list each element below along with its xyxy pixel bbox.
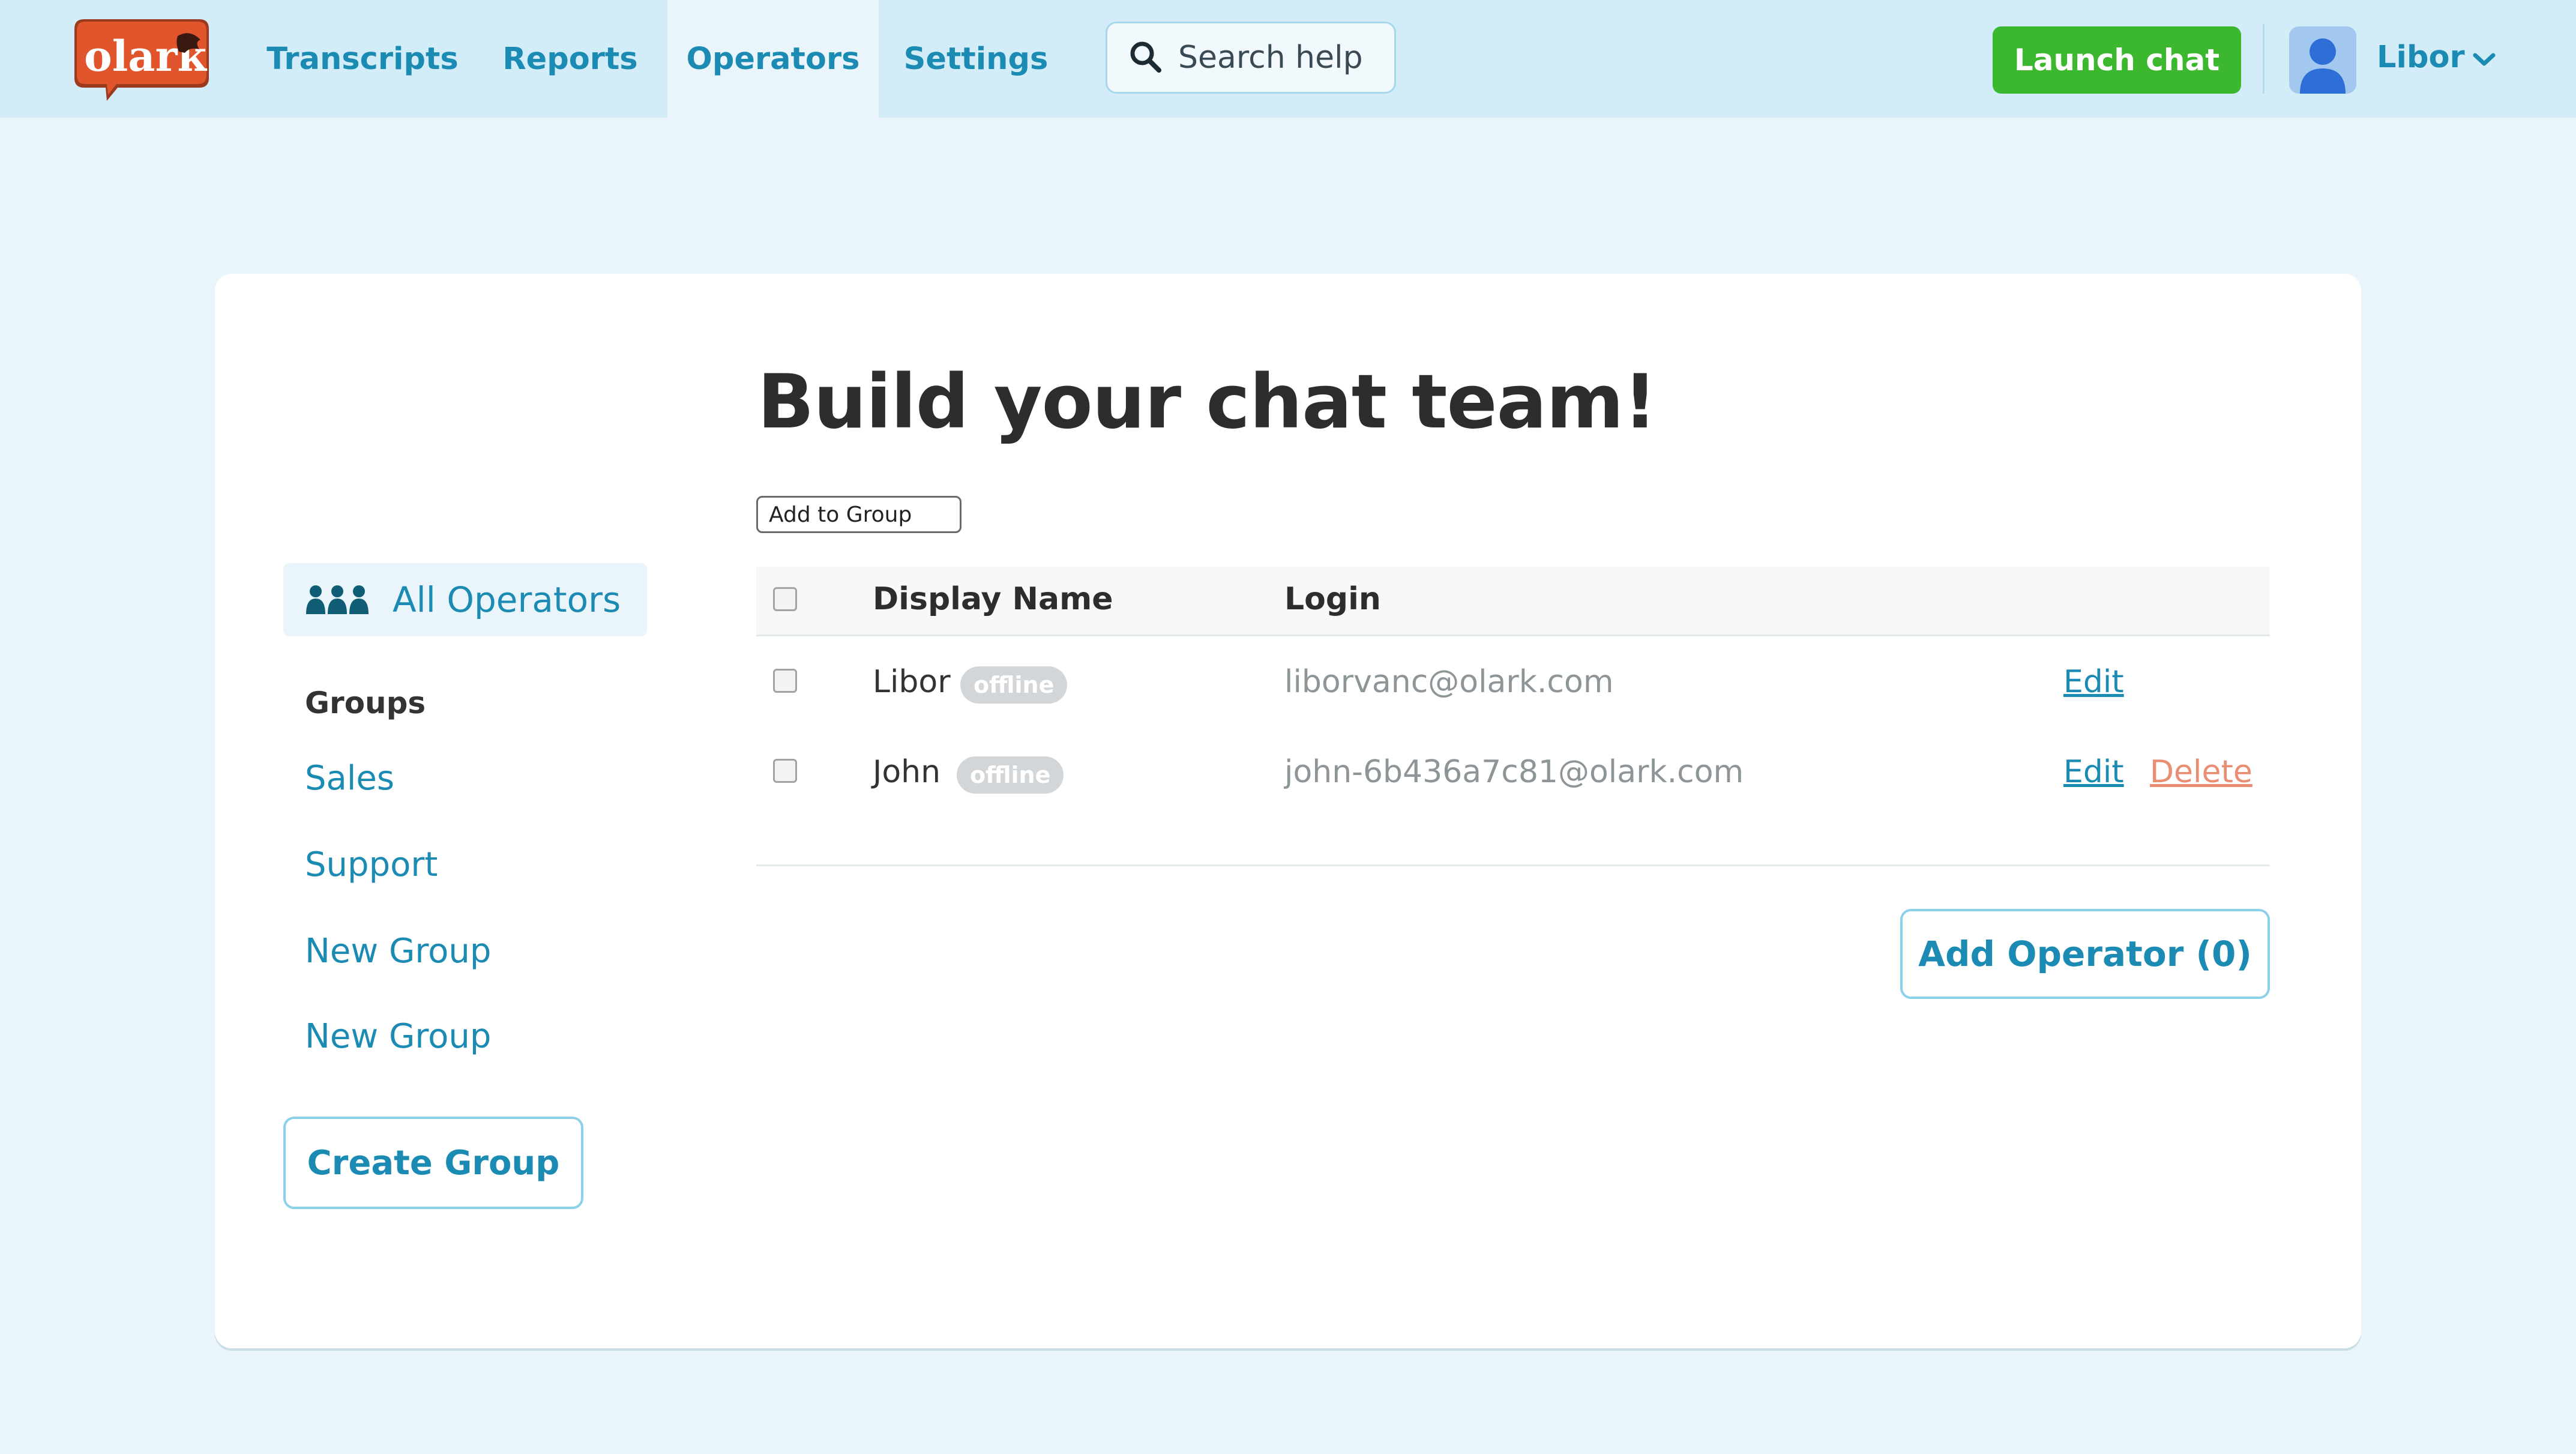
operator-login: john-6b436a7c81@olark.com bbox=[1284, 754, 1744, 790]
tab-transcripts[interactable]: Transcripts bbox=[266, 0, 459, 118]
sidebar-group-sales[interactable]: Sales bbox=[305, 759, 394, 798]
user-name[interactable]: Libor bbox=[2377, 40, 2465, 75]
tab-settings[interactable]: Settings bbox=[897, 0, 1055, 118]
table-divider bbox=[756, 864, 2270, 866]
top-navigation-bar: olark Transcripts Reports Operators Sett… bbox=[0, 0, 2576, 118]
groups-heading: Groups bbox=[305, 686, 426, 720]
sidebar-group-new-group-2[interactable]: New Group bbox=[305, 1017, 491, 1056]
delete-link[interactable]: Delete bbox=[2150, 754, 2252, 790]
tab-operators[interactable]: Operators bbox=[667, 0, 879, 118]
edit-link[interactable]: Edit bbox=[2063, 754, 2124, 790]
add-to-group-button[interactable]: Add to Group bbox=[756, 496, 961, 533]
select-all-checkbox[interactable] bbox=[773, 587, 797, 611]
launch-chat-button[interactable]: Launch chat bbox=[1993, 26, 2241, 94]
column-header-login[interactable]: Login bbox=[1284, 581, 1381, 617]
people-icon bbox=[306, 585, 369, 614]
operator-name: John bbox=[873, 754, 941, 790]
row-checkbox[interactable] bbox=[773, 669, 797, 693]
sidebar-group-support[interactable]: Support bbox=[305, 845, 438, 884]
row-checkbox[interactable] bbox=[773, 759, 797, 783]
operator-login: liborvanc@olark.com bbox=[1284, 664, 1614, 700]
sidebar-item-all-operators[interactable]: All Operators bbox=[283, 563, 647, 636]
header-divider bbox=[2263, 24, 2265, 94]
operator-name: Libor bbox=[873, 664, 951, 700]
create-group-button[interactable]: Create Group bbox=[283, 1117, 583, 1209]
sidebar-group-new-group[interactable]: New Group bbox=[305, 932, 491, 971]
page-title: Build your chat team! bbox=[757, 359, 1657, 445]
chevron-down-icon[interactable] bbox=[2472, 50, 2497, 68]
tab-reports[interactable]: Reports bbox=[480, 0, 660, 118]
search-icon bbox=[1128, 39, 1163, 76]
search-box[interactable] bbox=[1106, 22, 1396, 94]
status-badge: offline bbox=[960, 666, 1068, 704]
add-operator-button[interactable]: Add Operator (0) bbox=[1900, 909, 2270, 999]
search-input[interactable] bbox=[1178, 40, 1382, 76]
edit-link[interactable]: Edit bbox=[2063, 664, 2124, 700]
all-operators-label: All Operators bbox=[393, 579, 621, 620]
status-badge: offline bbox=[957, 756, 1064, 794]
column-header-display-name[interactable]: Display Name bbox=[873, 581, 1113, 617]
olark-logo[interactable]: olark bbox=[72, 16, 211, 102]
user-avatar-icon[interactable] bbox=[2289, 26, 2356, 94]
